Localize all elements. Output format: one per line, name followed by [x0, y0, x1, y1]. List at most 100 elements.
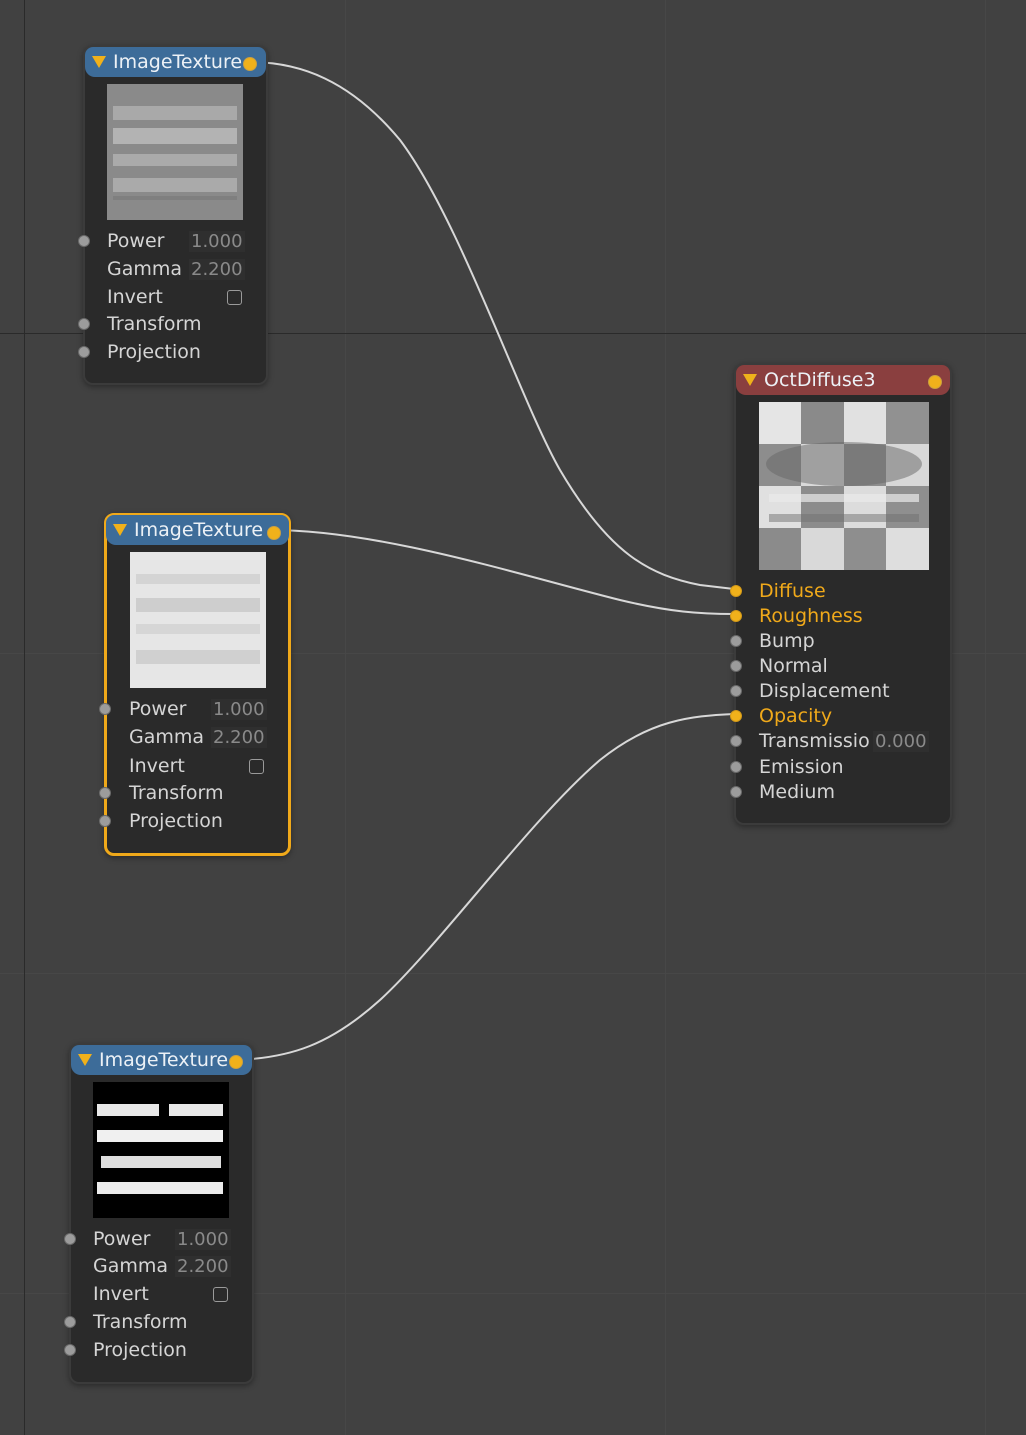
node-title: ImageTexture — [99, 1049, 229, 1071]
param-invert[interactable]: Invert — [93, 1281, 243, 1307]
image-texture-node-1[interactable]: ImageTexture Power 1.000 Gamma 2.200 Inv… — [78, 45, 268, 385]
input-port-transmission[interactable] — [730, 735, 742, 747]
image-texture-node-3[interactable]: ImageTexture Power 1.000 Gamma 2.200 Inv… — [64, 1043, 254, 1384]
input-opacity: Opacity — [759, 703, 832, 729]
input-label: Emission — [759, 756, 844, 778]
input-medium: Medium — [759, 779, 835, 805]
param-label: Projection — [107, 341, 201, 363]
input-port-medium[interactable] — [730, 786, 742, 798]
node-editor-canvas[interactable]: ImageTexture Power 1.000 Gamma 2.200 Inv… — [0, 0, 1026, 1435]
node-header[interactable]: ImageTexture — [71, 1045, 252, 1075]
collapse-triangle-icon[interactable] — [113, 524, 127, 536]
input-label: Medium — [759, 781, 835, 803]
param-label: Power — [93, 1228, 151, 1250]
param-label: Invert — [129, 755, 185, 777]
param-projection: Projection — [107, 339, 201, 365]
param-power[interactable]: Power 1.000 — [107, 228, 257, 254]
texture-preview-image — [130, 552, 266, 688]
grid-line — [0, 973, 1026, 974]
input-label: Displacement — [759, 680, 890, 702]
param-projection: Projection — [93, 1337, 187, 1363]
input-port-projection[interactable] — [64, 1344, 76, 1356]
node-header[interactable]: ImageTexture — [85, 47, 266, 77]
wire-tex3-to-opacity — [235, 713, 735, 1061]
input-port-transform[interactable] — [99, 787, 111, 799]
output-port[interactable] — [243, 57, 257, 71]
input-port-opacity[interactable] — [730, 710, 742, 722]
transmission-value[interactable]: 0.000 — [873, 730, 929, 752]
gamma-value[interactable]: 2.200 — [189, 258, 245, 280]
collapse-triangle-icon[interactable] — [92, 56, 106, 68]
wire-tex1-to-diffuse — [248, 61, 735, 590]
param-gamma[interactable]: Gamma 2.200 — [129, 724, 279, 750]
input-port-displacement[interactable] — [730, 685, 742, 697]
node-header[interactable]: OctDiffuse3 — [736, 365, 950, 395]
param-transform: Transform — [129, 780, 224, 806]
node-header[interactable]: ImageTexture — [106, 515, 289, 545]
oct-diffuse-material-node[interactable]: OctDiffuse3 Diffuse Roughness Bump Norma… — [730, 363, 952, 825]
node-title: ImageTexture — [113, 51, 243, 73]
param-label: Power — [107, 230, 165, 252]
param-label: Invert — [93, 1283, 149, 1305]
param-label: Gamma — [129, 726, 205, 748]
param-label: Invert — [107, 286, 163, 308]
input-port-power[interactable] — [78, 235, 90, 247]
param-transform: Transform — [107, 311, 202, 337]
input-label: Opacity — [759, 705, 833, 727]
gamma-value[interactable]: 2.200 — [175, 1255, 231, 1277]
input-label: Bump — [759, 630, 815, 652]
param-power[interactable]: Power 1.000 — [93, 1226, 243, 1252]
param-label: Transform — [107, 313, 202, 335]
node-title: OctDiffuse3 — [764, 369, 876, 391]
input-port-projection[interactable] — [78, 346, 90, 358]
texture-preview — [93, 1082, 229, 1218]
power-value[interactable]: 1.000 — [211, 698, 267, 720]
node-title: ImageTexture — [134, 519, 264, 541]
input-port-diffuse[interactable] — [730, 585, 742, 597]
power-value[interactable]: 1.000 — [189, 230, 245, 252]
input-port-power[interactable] — [99, 703, 111, 715]
grid-line — [665, 0, 666, 1435]
param-gamma[interactable]: Gamma 2.200 — [93, 1253, 243, 1279]
input-label: Normal — [759, 655, 828, 677]
param-label: Gamma — [107, 258, 183, 280]
texture-preview — [130, 552, 266, 688]
collapse-triangle-icon[interactable] — [743, 374, 757, 386]
param-label: Transform — [93, 1311, 188, 1333]
texture-preview-image — [93, 1082, 229, 1218]
collapse-triangle-icon[interactable] — [78, 1054, 92, 1066]
input-port-power[interactable] — [64, 1233, 76, 1245]
invert-checkbox[interactable] — [227, 290, 242, 305]
input-port-emission[interactable] — [730, 761, 742, 773]
input-label: Transmissio — [759, 730, 870, 752]
invert-checkbox[interactable] — [249, 759, 264, 774]
param-power[interactable]: Power 1.000 — [129, 696, 279, 722]
output-port[interactable] — [928, 375, 942, 389]
input-port-normal[interactable] — [730, 660, 742, 672]
output-port[interactable] — [267, 526, 281, 540]
param-label: Projection — [93, 1339, 187, 1361]
param-label: Gamma — [93, 1255, 169, 1277]
output-port[interactable] — [229, 1055, 243, 1069]
input-port-transform[interactable] — [78, 318, 90, 330]
param-invert[interactable]: Invert — [107, 284, 257, 310]
input-label: Roughness — [759, 605, 863, 627]
input-port-transform[interactable] — [64, 1316, 76, 1328]
image-texture-node-2[interactable]: ImageTexture Power 1.000 Gamma 2.200 Inv… — [99, 513, 291, 856]
input-port-roughness[interactable] — [730, 610, 742, 622]
gamma-value[interactable]: 2.200 — [211, 726, 267, 748]
power-value[interactable]: 1.000 — [175, 1228, 231, 1250]
input-normal: Normal — [759, 653, 828, 679]
grid-line — [985, 0, 986, 1435]
grid-axis-vertical — [24, 0, 25, 1435]
param-invert[interactable]: Invert — [129, 753, 279, 779]
input-emission: Emission — [759, 754, 844, 780]
input-port-bump[interactable] — [730, 635, 742, 647]
input-port-projection[interactable] — [99, 815, 111, 827]
input-bump: Bump — [759, 628, 815, 654]
input-transmission[interactable]: Transmissio 0.000 — [759, 728, 929, 754]
param-label: Power — [129, 698, 187, 720]
invert-checkbox[interactable] — [213, 1287, 228, 1302]
param-projection: Projection — [129, 808, 223, 834]
param-gamma[interactable]: Gamma 2.200 — [107, 256, 257, 282]
